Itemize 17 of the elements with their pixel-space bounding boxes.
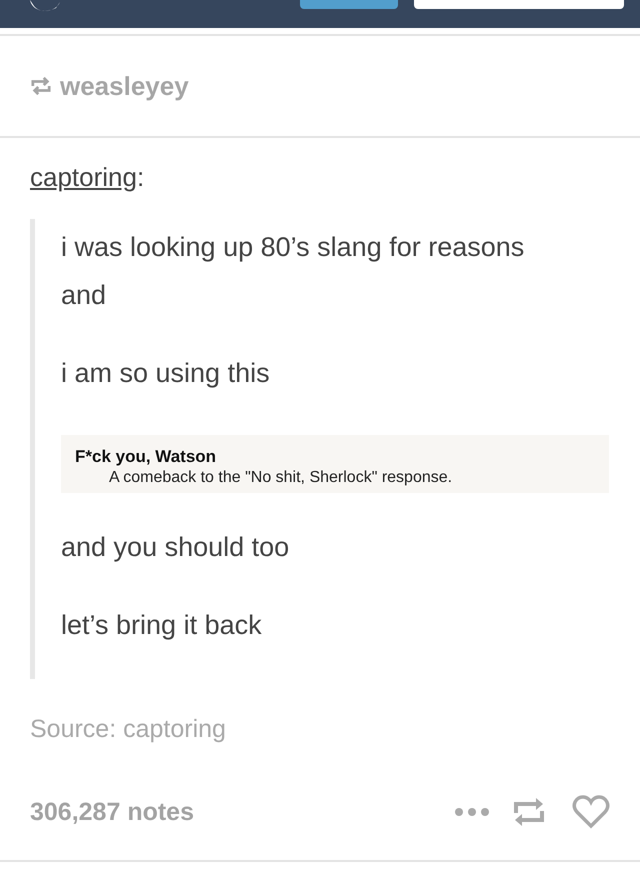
more-icon[interactable] <box>454 807 490 817</box>
reblog-icon[interactable] <box>512 795 546 829</box>
author-colon: : <box>136 162 144 192</box>
definition-text: A comeback to the "No shit, Sherlock" response. <box>108 469 454 487</box>
post-text: and you should too <box>61 531 290 564</box>
heart-icon[interactable] <box>572 795 610 829</box>
post-text: i am so using this <box>61 357 271 390</box>
post-text: i was looking up 80’s slang for reasons <box>61 231 526 264</box>
reblogger-name[interactable]: weasleyey <box>60 70 189 102</box>
reblog-icon <box>30 76 52 96</box>
notes-count[interactable]: 306,287 notes <box>30 798 194 826</box>
post-text: and <box>61 279 108 312</box>
source-link[interactable]: Source: captoring <box>30 715 610 744</box>
author-link[interactable]: captoring <box>30 162 137 192</box>
post-text: let’s bring it back <box>61 609 263 642</box>
search-field[interactable] <box>414 0 624 9</box>
definition-term: F*ck you, Watson <box>75 447 218 467</box>
